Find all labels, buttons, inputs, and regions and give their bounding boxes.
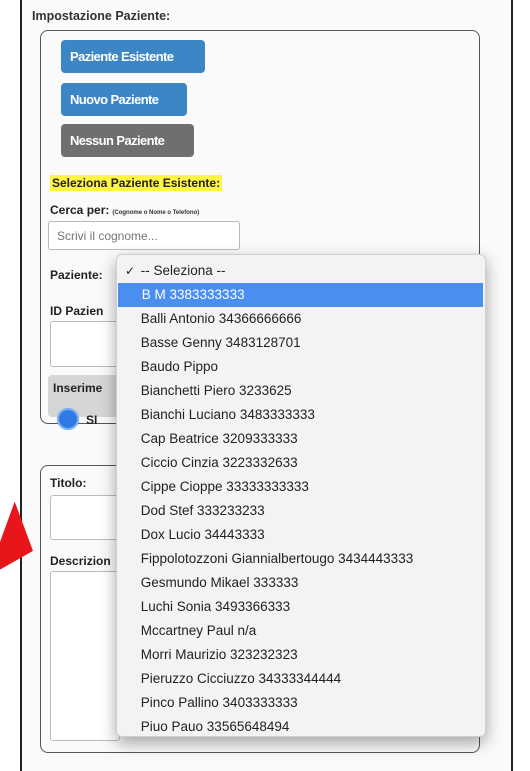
id-label: ID Pazien xyxy=(50,304,104,318)
dropdown-option-label: Luchi Sonia 3493366333 xyxy=(137,599,291,614)
no-patient-button[interactable]: Nessun Paziente xyxy=(61,124,194,157)
dropdown-option-label: Dox Lucio 34443333 xyxy=(137,527,265,542)
section-title: Impostazione Paziente: xyxy=(32,9,171,23)
dropdown-option[interactable]: Basse Genny 3483128701 xyxy=(117,331,485,355)
search-hint: (Cognome o Nome o Telefono) xyxy=(112,210,200,216)
dropdown-option[interactable]: Gesmundo Mikael 333333 xyxy=(117,571,485,595)
dropdown-option-label: Cap Beatrice 3209333333 xyxy=(137,431,298,446)
dropdown-option-label: B M 3383333333 xyxy=(138,287,245,302)
dropdown-option-label: Dod Stef 333233233 xyxy=(137,503,265,518)
dropdown-option[interactable]: Pinco Pallino 3403333333 xyxy=(117,691,485,715)
dropdown-option[interactable]: Pieruzzo Cicciuzzo 34333344444 xyxy=(117,667,485,691)
title-label: Titolo: xyxy=(50,476,87,490)
dropdown-option[interactable]: Mccartney Paul n/a xyxy=(117,619,485,643)
dropdown-option[interactable]: Fippolotozzoni Giannialbertougo 34344433… xyxy=(117,547,485,571)
dropdown-option-label: Baudo Pippo xyxy=(137,359,219,374)
dropdown-option-placeholder[interactable]: ✓ -- Seleziona -- xyxy=(117,259,485,283)
dropdown-option[interactable]: Dod Stef 333233233 xyxy=(117,499,485,523)
dropdown-option[interactable]: Baudo Pippo xyxy=(117,355,485,379)
dropdown-option-label: Bianchi Luciano 3483333333 xyxy=(137,407,315,422)
dropdown-option-label: Morri Maurizio 323232323 xyxy=(137,647,298,662)
dropdown-option[interactable]: Luchi Sonia 3493366333 xyxy=(117,595,485,619)
existing-patient-button[interactable]: Paziente Esistente xyxy=(61,40,205,73)
patient-dropdown-list[interactable]: ✓ -- Seleziona -- B M 3383333333 Balli A… xyxy=(116,254,486,737)
dropdown-option[interactable]: Balli Antonio 34366666666 xyxy=(117,307,485,331)
dropdown-option-label: Cippe Cioppe 33333333333 xyxy=(137,479,309,494)
dropdown-option[interactable]: Piuo Pauo 33565648494 xyxy=(117,715,485,736)
dropdown-option-label: Mccartney Paul n/a xyxy=(137,623,257,638)
dropdown-option[interactable]: Dox Lucio 34443333 xyxy=(117,523,485,547)
dropdown-option-label: Piuo Pauo 33565648494 xyxy=(137,719,290,734)
select-existing-heading: Seleziona Paziente Esistente: xyxy=(50,175,223,191)
dropdown-option-label: Balli Antonio 34366666666 xyxy=(137,311,302,326)
dropdown-option[interactable]: Ciccio Cinzia 3223332633 xyxy=(117,451,485,475)
dropdown-option[interactable]: B M 3383333333 xyxy=(118,283,483,307)
search-label-text: Cerca per: xyxy=(50,203,110,217)
dropdown-option[interactable]: Bianchetti Piero 3233625 xyxy=(117,379,485,403)
si-radio[interactable] xyxy=(57,408,79,430)
dropdown-option[interactable]: Cippe Cioppe 33333333333 xyxy=(117,475,485,499)
dropdown-option-label: Ciccio Cinzia 3223332633 xyxy=(137,455,298,470)
si-label: SI xyxy=(86,413,98,427)
checkmark-icon: ✓ xyxy=(125,264,136,278)
new-patient-button[interactable]: Nuovo Paziente xyxy=(61,83,187,116)
dropdown-option-label: Gesmundo Mikael 333333 xyxy=(137,575,299,590)
description-label: Descrizion xyxy=(50,554,111,568)
dropdown-option[interactable]: Morri Maurizio 323232323 xyxy=(117,643,485,667)
dropdown-option-label: Pinco Pallino 3403333333 xyxy=(137,695,298,710)
dropdown-option-label: -- Seleziona -- xyxy=(137,263,226,278)
dropdown-option[interactable]: Bianchi Luciano 3483333333 xyxy=(117,403,485,427)
dropdown-option[interactable]: Cap Beatrice 3209333333 xyxy=(117,427,485,451)
search-input[interactable] xyxy=(48,221,240,250)
dropdown-option-label: Bianchetti Piero 3233625 xyxy=(137,383,292,398)
description-textarea[interactable] xyxy=(50,571,120,741)
search-label: Cerca per: (Cognome o Nome o Telefono) xyxy=(50,203,199,217)
dropdown-option-label: Fippolotozzoni Giannialbertougo 34344433… xyxy=(137,551,414,566)
title-input[interactable] xyxy=(50,495,120,540)
patient-label: Paziente: xyxy=(50,268,103,282)
dropdown-option-label: Pieruzzo Cicciuzzo 34333344444 xyxy=(137,671,342,686)
dropdown-option-label: Basse Genny 3483128701 xyxy=(137,335,301,350)
insert-label: Inserime xyxy=(53,381,103,395)
